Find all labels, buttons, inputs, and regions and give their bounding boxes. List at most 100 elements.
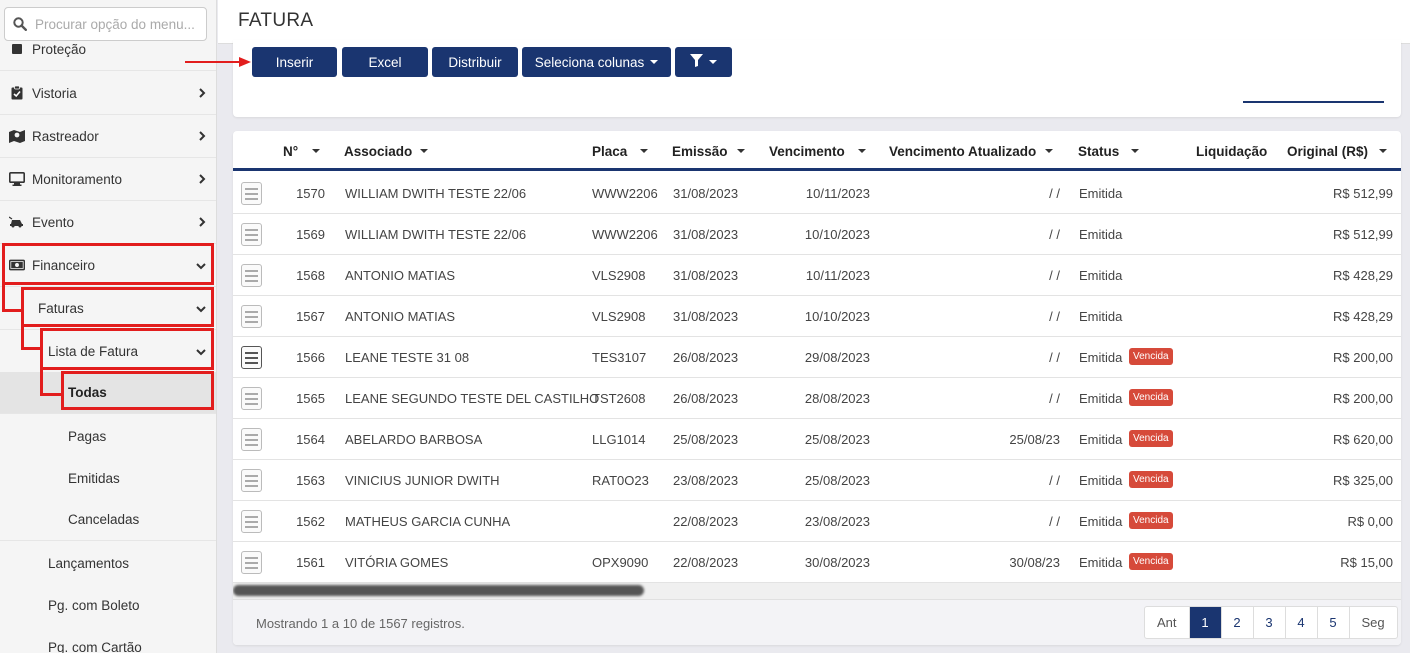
sidebar-item-pagas[interactable]: Pagas xyxy=(0,415,216,457)
sidebar-item-financeiro[interactable]: Financeiro xyxy=(0,244,216,287)
distribute-button[interactable]: Distribuir xyxy=(432,47,518,77)
sort-caret-icon[interactable] xyxy=(312,149,320,153)
sidebar-item-rastreador[interactable]: Rastreador xyxy=(0,115,216,158)
column-header-vencimento-atualizado[interactable]: Vencimento Atualizado xyxy=(889,144,1036,159)
table-row[interactable]: 1567 ANTONIO MATIAS VLS2908 31/08/2023 10/10… xyxy=(233,296,1401,337)
pagination-prev-button[interactable]: Ant xyxy=(1145,607,1190,638)
sidebar-item-label: Vistoria xyxy=(32,85,77,101)
table-row[interactable]: 1562 MATHEUS GARCIA CUNHA 22/08/2023 23/08/… xyxy=(233,501,1401,542)
horizontal-scrollbar[interactable] xyxy=(233,583,1401,599)
car-crash-icon xyxy=(9,216,25,228)
column-header-liquidacao[interactable]: Liquidação xyxy=(1196,144,1267,159)
excel-button[interactable]: Excel xyxy=(342,47,428,77)
map-marker-icon xyxy=(9,129,25,143)
sidebar-item-label: Pg. com Cartão xyxy=(48,639,142,653)
cell-vencimento: 10/10/2023 xyxy=(804,309,870,324)
select-columns-label: Seleciona colunas xyxy=(534,54,645,70)
cell-original: R$ 0,00 xyxy=(1347,514,1393,529)
sidebar-item-label: Financeiro xyxy=(32,257,96,273)
table-row[interactable]: 1563 VINICIUS JUNIOR DWITH RAT0O23 23/08/20… xyxy=(233,460,1401,501)
cell-num: 1570 xyxy=(296,186,325,201)
cell-associado: ANTONIO MATIAS xyxy=(345,309,456,324)
column-header-vencimento[interactable]: Vencimento xyxy=(769,144,845,159)
sort-caret-icon[interactable] xyxy=(1131,149,1139,153)
scrollbar-thumb[interactable] xyxy=(233,585,644,596)
cell-vencimento: 25/08/2023 xyxy=(804,432,870,447)
sidebar-item-pg-cartao[interactable]: Pg. com Cartão xyxy=(0,626,216,653)
sidebar-item-monitoramento[interactable]: Monitoramento xyxy=(0,158,216,201)
sidebar-item-emitidas[interactable]: Emitidas xyxy=(0,457,216,499)
pagination-page-4[interactable]: 4 xyxy=(1286,607,1318,638)
cell-placa: VLS2908 xyxy=(592,309,646,324)
column-header-associado[interactable]: Associado xyxy=(344,144,412,159)
document-icon[interactable] xyxy=(241,551,262,574)
select-columns-button[interactable]: Seleciona colunas xyxy=(522,47,671,77)
cell-associado: VITÓRIA GOMES xyxy=(345,555,449,570)
document-icon[interactable] xyxy=(241,305,262,328)
document-icon[interactable] xyxy=(241,182,262,205)
sort-caret-icon[interactable] xyxy=(420,149,428,153)
document-icon[interactable] xyxy=(241,346,262,369)
sidebar-item-faturas[interactable]: Faturas xyxy=(0,287,216,330)
table-header: N° Associado Placa Emissão Vencimento Ve… xyxy=(233,131,1401,171)
status-badge-vencida: Vencida xyxy=(1129,471,1173,488)
pagination-page-1[interactable]: 1 xyxy=(1189,607,1222,638)
sidebar-item-evento[interactable]: Evento xyxy=(0,201,216,244)
column-header-placa[interactable]: Placa xyxy=(592,144,627,159)
sort-caret-icon[interactable] xyxy=(1045,149,1053,153)
sidebar-item-todas[interactable]: Todas xyxy=(0,372,216,414)
table-row[interactable]: 1570 WILLIAM DWITH TESTE 22/06 WWW2206 31/0… xyxy=(233,173,1401,214)
document-icon[interactable] xyxy=(241,510,262,533)
table-row[interactable]: 1568 ANTONIO MATIAS VLS2908 31/08/2023 10/11… xyxy=(233,255,1401,296)
column-header-status[interactable]: Status xyxy=(1078,144,1119,159)
cell-vencimento-atualizado: 25/08/23 xyxy=(1009,432,1060,447)
sidebar-item-canceladas[interactable]: Canceladas xyxy=(0,499,216,541)
page-title: FATURA xyxy=(238,10,314,31)
pagination-page-3[interactable]: 3 xyxy=(1254,607,1286,638)
cell-emissao: 31/08/2023 xyxy=(673,186,739,201)
cell-status: Emitida xyxy=(1079,350,1123,365)
table-row[interactable]: 1561 VITÓRIA GOMES OPX9090 22/08/2023 30/08/… xyxy=(233,542,1401,583)
sort-caret-icon[interactable] xyxy=(737,149,745,153)
sort-caret-icon[interactable] xyxy=(858,149,866,153)
document-icon[interactable] xyxy=(241,223,262,246)
sort-caret-icon[interactable] xyxy=(640,149,648,153)
sidebar: Proteção Vistoria Rastreador Monitoramen… xyxy=(0,0,217,653)
filter-icon xyxy=(690,54,703,70)
document-icon[interactable] xyxy=(241,387,262,410)
cell-status: Emitida xyxy=(1079,473,1123,488)
sidebar-item-pg-boleto[interactable]: Pg. com Boleto xyxy=(0,584,216,626)
insert-button[interactable]: Inserir xyxy=(252,47,337,77)
cell-vencimento-atualizado: / / xyxy=(1049,268,1060,283)
table-row[interactable]: 1564 ABELARDO BARBOSA LLG1014 25/08/2023 25/… xyxy=(233,419,1401,460)
column-header-num[interactable]: N° xyxy=(283,144,298,159)
status-badge-vencida: Vencida xyxy=(1129,348,1173,365)
document-icon[interactable] xyxy=(241,469,262,492)
table-row[interactable]: 1565 LEANE SEGUNDO TESTE DEL CASTILHO TST2… xyxy=(233,378,1401,419)
sidebar-item-vistoria[interactable]: Vistoria xyxy=(0,72,216,115)
cell-associado: ABELARDO BARBOSA xyxy=(345,432,483,447)
cell-associado: MATHEUS GARCIA CUNHA xyxy=(345,514,511,529)
pagination-page-5[interactable]: 5 xyxy=(1318,607,1350,638)
sort-caret-icon[interactable] xyxy=(1379,149,1387,153)
pagination-next-button[interactable]: Seg xyxy=(1350,607,1397,638)
pagination-page-2[interactable]: 2 xyxy=(1222,607,1254,638)
column-header-original[interactable]: Original (R$) xyxy=(1287,144,1368,159)
cell-num: 1566 xyxy=(296,350,325,365)
document-icon[interactable] xyxy=(241,264,262,287)
column-header-emissao[interactable]: Emissão xyxy=(672,144,728,159)
sidebar-item-label: Todas xyxy=(68,385,107,400)
cell-emissao: 31/08/2023 xyxy=(673,268,739,283)
sidebar-item-label: Emitidas xyxy=(68,470,120,486)
cell-num: 1562 xyxy=(296,514,325,529)
page-header: FATURA xyxy=(218,0,1410,44)
status-badge-vencida: Vencida xyxy=(1129,553,1173,570)
table-row[interactable]: 1569 WILLIAM DWITH TESTE 22/06 WWW2206 31/0… xyxy=(233,214,1401,255)
sidebar-item-lancamentos[interactable]: Lançamentos xyxy=(0,542,216,584)
filter-button[interactable] xyxy=(675,47,732,77)
document-icon[interactable] xyxy=(241,428,262,451)
sidebar-item-lista-de-fatura[interactable]: Lista de Fatura xyxy=(0,330,216,373)
cell-original: R$ 15,00 xyxy=(1340,555,1393,570)
table-row[interactable]: 1566 LEANE TESTE 31 08 TES3107 26/08/2023 29… xyxy=(233,337,1401,378)
status-badge-vencida: Vencida xyxy=(1129,512,1173,529)
